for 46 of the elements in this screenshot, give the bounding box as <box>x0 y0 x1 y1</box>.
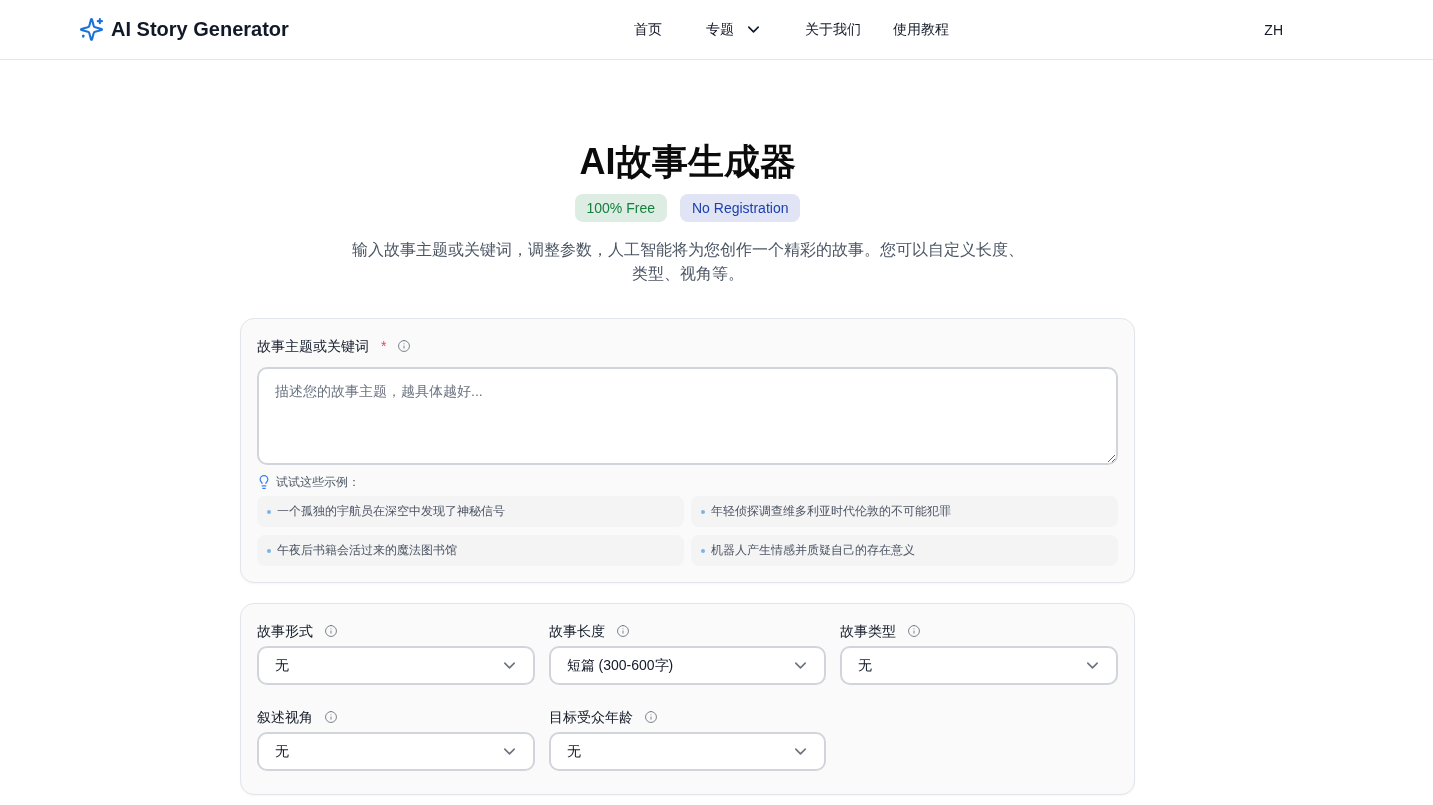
examples-heading: 试试这些示例： <box>276 474 360 490</box>
feature-badge: 100% Free <box>574 194 667 222</box>
chevron-down-icon <box>795 662 807 669</box>
chevron-down-icon <box>1087 662 1098 669</box>
field-label: 故事主题或关键词 <box>257 337 369 356</box>
example-chip[interactable]: 机器人产生情感并质疑自己的存在意义 <box>691 535 1118 566</box>
chevron-down-icon <box>795 748 807 755</box>
example-chip[interactable]: 年轻侦探调查维多利亚时代伦敦的不可能犯罪 <box>691 496 1118 527</box>
info-icon <box>908 625 921 637</box>
dot-icon <box>267 548 271 553</box>
page-title: AI故事生成器 <box>579 142 796 182</box>
field-label: 故事长度 <box>548 622 605 641</box>
info-icon <box>644 711 657 723</box>
story-topic-input[interactable]: 描述您的故事主题，越具体越好... <box>257 367 1118 465</box>
dot-icon <box>267 509 271 514</box>
info-icon <box>398 340 411 352</box>
example-chip[interactable]: 午夜后书籍会活过来的魔法图书馆 <box>257 535 684 566</box>
language-button[interactable]: ZH <box>1264 21 1283 38</box>
chevron-down-icon <box>503 748 515 755</box>
field-label: 叙述视角 <box>257 708 313 727</box>
chevron-down-icon <box>748 26 760 33</box>
nav-link[interactable]: 首页 <box>634 20 663 39</box>
dropdown-select[interactable]: 无 <box>257 646 535 685</box>
info-icon <box>616 625 629 637</box>
info-icon <box>325 625 337 637</box>
required-mark: * <box>381 338 387 354</box>
dot-icon <box>701 548 705 553</box>
dot-icon <box>701 509 705 514</box>
lightbulb-icon <box>259 475 269 489</box>
nav-dropdown[interactable]: 专题 <box>694 20 774 39</box>
example-chip[interactable]: 一个孤独的宇航员在深空中发现了神秘信号 <box>257 496 684 527</box>
info-icon <box>325 711 337 723</box>
dropdown-select[interactable]: 无 <box>548 732 827 771</box>
nav-link[interactable]: 关于我们 <box>805 20 862 39</box>
nav-link[interactable]: 使用教程 <box>893 20 950 39</box>
dropdown-select[interactable]: 短篇 (300-600字) <box>548 646 827 685</box>
feature-badge: No Registration <box>680 194 801 222</box>
site-logo[interactable]: AI Story Generator <box>80 18 289 41</box>
field-label: 故事形式 <box>257 622 313 641</box>
field-label: 目标受众年龄 <box>548 708 633 727</box>
sparkle-icon <box>80 18 103 41</box>
dropdown-select[interactable]: 无 <box>840 646 1118 685</box>
page-description: 输入故事主题或关键词，调整参数，人工智能将为您创作一个精彩的故事。您可以自定义长度、类型、视角等。 <box>350 240 1025 284</box>
field-label: 故事类型 <box>840 622 897 641</box>
chevron-down-icon <box>503 662 515 669</box>
dropdown-select[interactable]: 无 <box>257 732 535 771</box>
